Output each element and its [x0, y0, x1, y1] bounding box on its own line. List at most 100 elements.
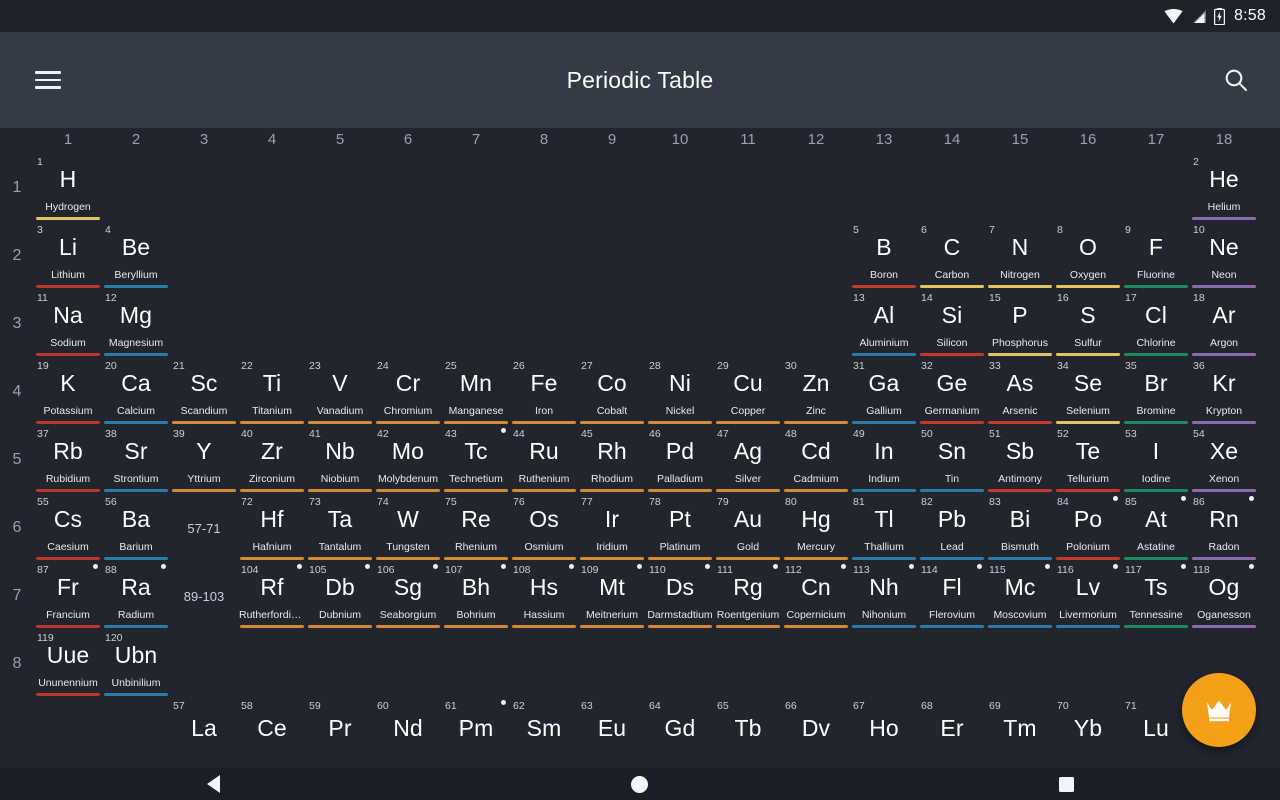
element-cell-Rg[interactable]: 111 Rg Roentgenium	[714, 562, 782, 630]
element-cell-I[interactable]: 53 I Iodine	[1122, 426, 1190, 494]
element-cell-Ag[interactable]: 47 Ag Silver	[714, 426, 782, 494]
element-cell-Ni[interactable]: 28 Ni Nickel	[646, 358, 714, 426]
element-cell-Al[interactable]: 13 Al Aluminium	[850, 290, 918, 358]
element-cell-Fr[interactable]: 87 Fr Francium	[34, 562, 102, 630]
element-cell-Sb[interactable]: 51 Sb Antimony	[986, 426, 1054, 494]
element-cell-V[interactable]: 23 V Vanadium	[306, 358, 374, 426]
element-cell-Tl[interactable]: 81 Tl Thallium	[850, 494, 918, 562]
element-cell-Pr[interactable]: 59 Pr	[306, 698, 374, 766]
element-cell-Lv[interactable]: 116 Lv Livermorium	[1054, 562, 1122, 630]
element-cell-Rn[interactable]: 86 Rn Radon	[1190, 494, 1258, 562]
element-cell-Mn[interactable]: 25 Mn Manganese	[442, 358, 510, 426]
element-cell-Cd[interactable]: 48 Cd Cadmium	[782, 426, 850, 494]
element-cell-Kr[interactable]: 36 Kr Krypton	[1190, 358, 1258, 426]
element-cell-Fl[interactable]: 114 Fl Flerovium	[918, 562, 986, 630]
element-cell-Cn[interactable]: 112 Cn Copernicium	[782, 562, 850, 630]
element-cell-Ru[interactable]: 44 Ru Ruthenium	[510, 426, 578, 494]
element-cell-Li[interactable]: 3 Li Lithium	[34, 222, 102, 290]
series-range-cell-57-71[interactable]: 57-71	[170, 494, 238, 562]
element-cell-Fe[interactable]: 26 Fe Iron	[510, 358, 578, 426]
element-cell-Cl[interactable]: 17 Cl Chlorine	[1122, 290, 1190, 358]
element-cell-Sc[interactable]: 21 Sc Scandium	[170, 358, 238, 426]
element-cell-Mt[interactable]: 109 Mt Meitnerium	[578, 562, 646, 630]
element-cell-Er[interactable]: 68 Er	[918, 698, 986, 766]
element-cell-Te[interactable]: 52 Te Tellurium	[1054, 426, 1122, 494]
element-cell-Nd[interactable]: 60 Nd	[374, 698, 442, 766]
element-cell-Yb[interactable]: 70 Yb	[1054, 698, 1122, 766]
element-cell-In[interactable]: 49 In Indium	[850, 426, 918, 494]
element-cell-P[interactable]: 15 P Phosphorus	[986, 290, 1054, 358]
element-cell-Ubn[interactable]: 120 Ubn Unbinilium	[102, 630, 170, 698]
element-cell-Cu[interactable]: 29 Cu Copper	[714, 358, 782, 426]
element-cell-Rb[interactable]: 37 Rb Rubidium	[34, 426, 102, 494]
search-icon[interactable]	[1214, 58, 1258, 102]
element-cell-Mg[interactable]: 12 Mg Magnesium	[102, 290, 170, 358]
element-cell-B[interactable]: 5 B Boron	[850, 222, 918, 290]
element-cell-Co[interactable]: 27 Co Cobalt	[578, 358, 646, 426]
element-cell-Ca[interactable]: 20 Ca Calcium	[102, 358, 170, 426]
element-cell-Sg[interactable]: 106 Sg Seaborgium	[374, 562, 442, 630]
element-cell-Eu[interactable]: 63 Eu	[578, 698, 646, 766]
element-cell-Ce[interactable]: 58 Ce	[238, 698, 306, 766]
element-cell-Ge[interactable]: 32 Ge Germanium	[918, 358, 986, 426]
element-cell-Xe[interactable]: 54 Xe Xenon	[1190, 426, 1258, 494]
element-cell-Be[interactable]: 4 Be Beryllium	[102, 222, 170, 290]
element-cell-Pb[interactable]: 82 Pb Lead	[918, 494, 986, 562]
element-cell-Nb[interactable]: 41 Nb Niobium	[306, 426, 374, 494]
series-range-cell-89-103[interactable]: 89-103	[170, 562, 238, 630]
element-cell-La[interactable]: 57 La	[170, 698, 238, 766]
element-cell-Cr[interactable]: 24 Cr Chromium	[374, 358, 442, 426]
element-cell-Sr[interactable]: 38 Sr Strontium	[102, 426, 170, 494]
element-cell-F[interactable]: 9 F Fluorine	[1122, 222, 1190, 290]
element-cell-Uue[interactable]: 119 Uue Ununennium	[34, 630, 102, 698]
element-cell-Ts[interactable]: 117 Ts Tennessine	[1122, 562, 1190, 630]
element-cell-N[interactable]: 7 N Nitrogen	[986, 222, 1054, 290]
element-cell-Ho[interactable]: 67 Ho	[850, 698, 918, 766]
element-cell-Br[interactable]: 35 Br Bromine	[1122, 358, 1190, 426]
element-cell-Bh[interactable]: 107 Bh Bohrium	[442, 562, 510, 630]
element-cell-O[interactable]: 8 O Oxygen	[1054, 222, 1122, 290]
element-cell-C[interactable]: 6 C Carbon	[918, 222, 986, 290]
element-cell-Mo[interactable]: 42 Mo Molybdenum	[374, 426, 442, 494]
element-cell-Hg[interactable]: 80 Hg Mercury	[782, 494, 850, 562]
element-cell-Dv[interactable]: 66 Dv	[782, 698, 850, 766]
element-cell-Hs[interactable]: 108 Hs Hassium	[510, 562, 578, 630]
element-cell-Cs[interactable]: 55 Cs Caesium	[34, 494, 102, 562]
element-cell-Se[interactable]: 34 Se Selenium	[1054, 358, 1122, 426]
element-cell-S[interactable]: 16 S Sulfur	[1054, 290, 1122, 358]
element-cell-Hf[interactable]: 72 Hf Hafnium	[238, 494, 306, 562]
element-cell-W[interactable]: 74 W Tungsten	[374, 494, 442, 562]
element-cell-Tc[interactable]: 43 Tc Technetium	[442, 426, 510, 494]
element-cell-Zn[interactable]: 30 Zn Zinc	[782, 358, 850, 426]
element-cell-Ti[interactable]: 22 Ti Titanium	[238, 358, 306, 426]
element-cell-Lu[interactable]: 71 Lu	[1122, 698, 1190, 766]
element-cell-Pt[interactable]: 78 Pt Platinum	[646, 494, 714, 562]
element-cell-Bi[interactable]: 83 Bi Bismuth	[986, 494, 1054, 562]
recents-icon[interactable]	[1037, 768, 1097, 800]
element-cell-Db[interactable]: 105 Db Dubnium	[306, 562, 374, 630]
element-cell-Tm[interactable]: 69 Tm	[986, 698, 1054, 766]
element-cell-Sm[interactable]: 62 Sm	[510, 698, 578, 766]
element-cell-K[interactable]: 19 K Potassium	[34, 358, 102, 426]
element-cell-He[interactable]: 2 He Helium	[1190, 154, 1258, 222]
element-cell-Re[interactable]: 75 Re Rhenium	[442, 494, 510, 562]
element-cell-At[interactable]: 85 At Astatine	[1122, 494, 1190, 562]
element-cell-Y[interactable]: 39 Y Yttrium	[170, 426, 238, 494]
element-cell-Ra[interactable]: 88 Ra Radium	[102, 562, 170, 630]
element-cell-Ds[interactable]: 110 Ds Darmstadtium	[646, 562, 714, 630]
element-cell-Mc[interactable]: 115 Mc Moscovium	[986, 562, 1054, 630]
element-cell-Rf[interactable]: 104 Rf Rutherfordium	[238, 562, 306, 630]
element-cell-Ar[interactable]: 18 Ar Argon	[1190, 290, 1258, 358]
element-cell-Os[interactable]: 76 Os Osmium	[510, 494, 578, 562]
element-cell-Gd[interactable]: 64 Gd	[646, 698, 714, 766]
element-cell-H[interactable]: 1 H Hydrogen	[34, 154, 102, 222]
element-cell-Zr[interactable]: 40 Zr Zirconium	[238, 426, 306, 494]
element-cell-Sn[interactable]: 50 Sn Tin	[918, 426, 986, 494]
element-cell-Ga[interactable]: 31 Ga Gallium	[850, 358, 918, 426]
element-cell-Rh[interactable]: 45 Rh Rhodium	[578, 426, 646, 494]
element-cell-Na[interactable]: 11 Na Sodium	[34, 290, 102, 358]
element-cell-Ba[interactable]: 56 Ba Barium	[102, 494, 170, 562]
element-cell-Ir[interactable]: 77 Ir Iridium	[578, 494, 646, 562]
hamburger-menu-icon[interactable]	[24, 56, 72, 104]
element-cell-Og[interactable]: 118 Og Oganesson	[1190, 562, 1258, 630]
